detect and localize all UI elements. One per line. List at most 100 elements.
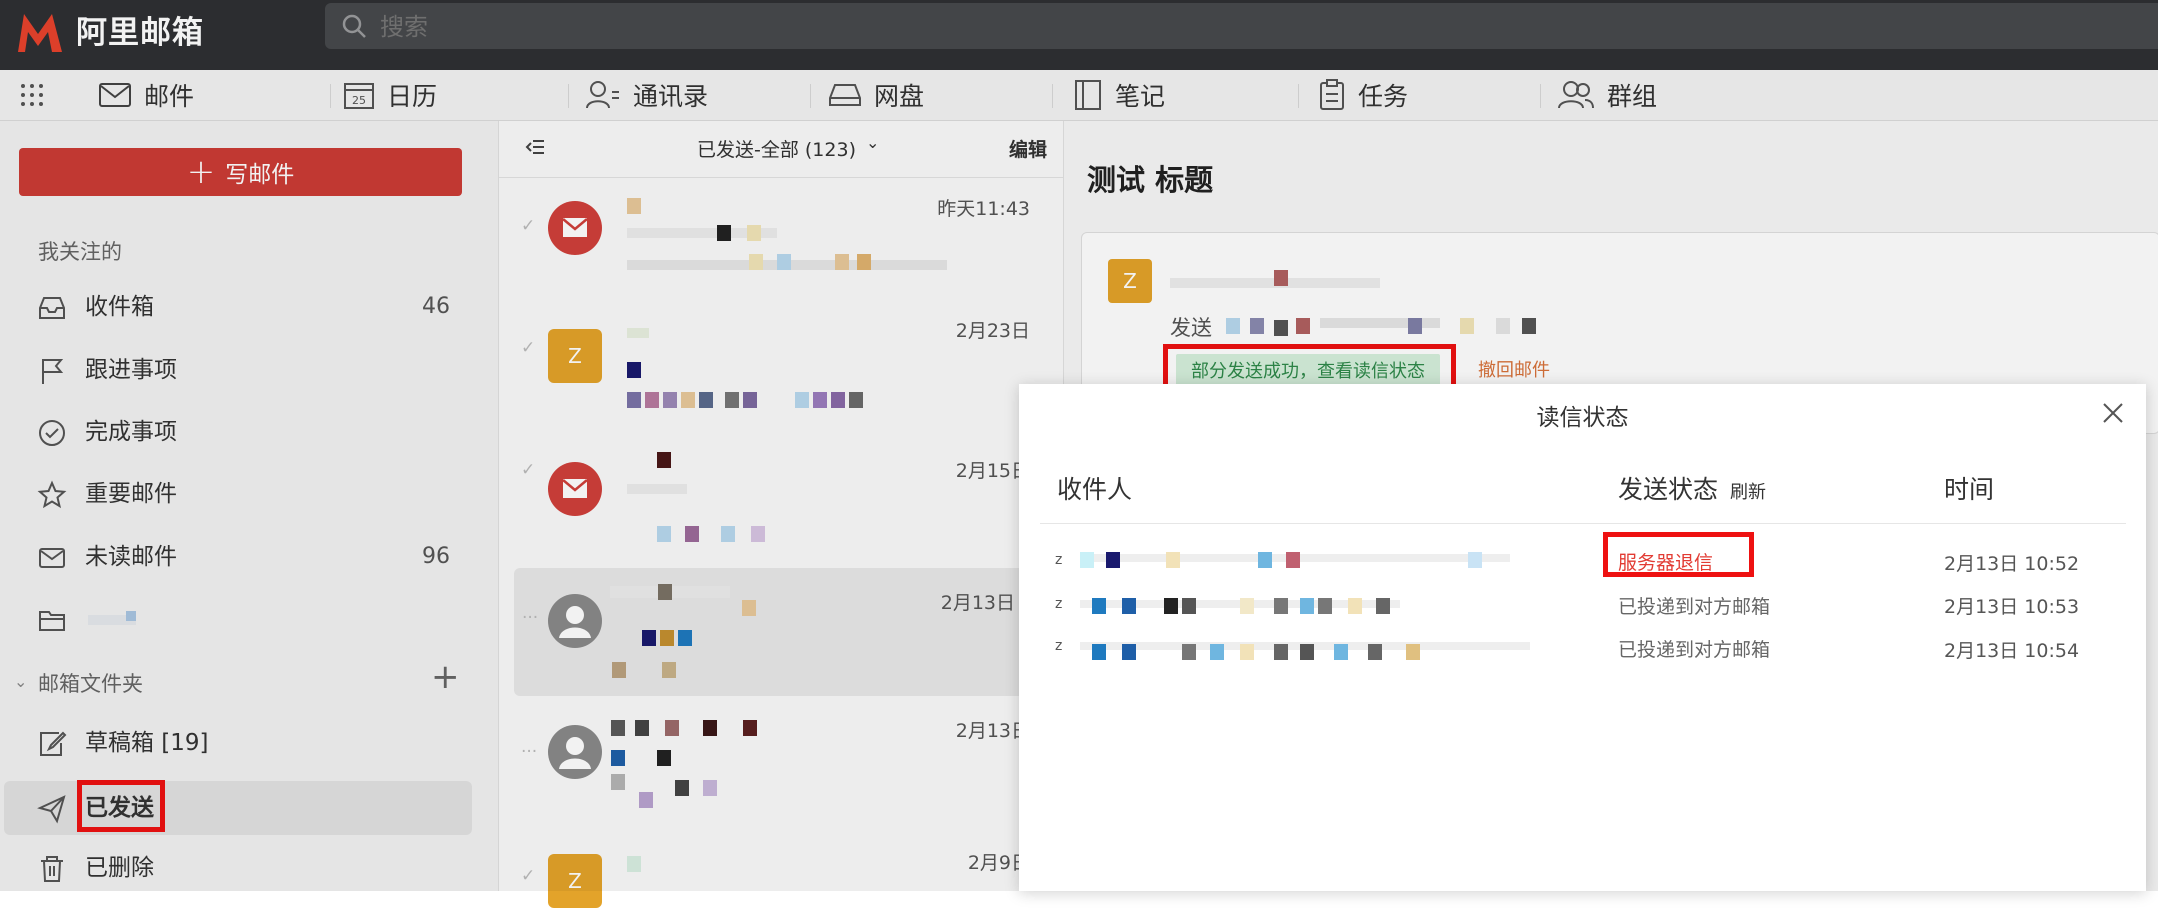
nav-mail[interactable]: 邮件 (98, 70, 194, 120)
nav-contacts[interactable]: 通讯录 (585, 70, 708, 120)
redacted-text (1164, 598, 1178, 614)
redacted-text (717, 225, 731, 241)
redacted-text (777, 254, 791, 270)
logo-m-icon (18, 14, 62, 52)
redacted-text (703, 780, 717, 796)
list-item-selected[interactable]: ··· 2月13日 (514, 568, 1048, 696)
redacted-text (1274, 270, 1288, 286)
sidebar-item-sent[interactable]: 已发送 (0, 780, 470, 836)
nav-calendar[interactable]: 25 日历 (343, 70, 437, 120)
groups-icon (1558, 81, 1594, 109)
sidebar-item-drafts[interactable]: 草稿箱 [19] (0, 715, 470, 771)
flag-icon (42, 359, 64, 384)
nav-drive[interactable]: 网盘 (828, 70, 924, 120)
sender-avatar: Z (1108, 259, 1152, 303)
message-date: 2月13日 (940, 592, 1015, 614)
person-icon (559, 606, 591, 638)
redacted-text (721, 526, 735, 542)
message-list-header: 已发送-全部 (123) ⌄ 编辑 (499, 121, 1063, 178)
list-title[interactable]: 已发送-全部 (123) (697, 135, 856, 162)
redacted-text (662, 662, 676, 678)
envelope-icon (562, 479, 588, 498)
redacted-text: z (1055, 552, 1063, 568)
column-header-status-label: 发送状态 (1618, 475, 1719, 504)
redacted-text (627, 328, 649, 338)
redacted-text (658, 584, 672, 600)
redacted-text (681, 392, 695, 408)
nav-tasks[interactable]: 任务 (1318, 70, 1408, 120)
collapse-arrow-icon[interactable]: ⌄ (14, 672, 27, 691)
plus-icon: + (186, 152, 216, 192)
folder-icon (39, 611, 65, 631)
list-item[interactable]: ✓ 昨天11:43 (499, 178, 1063, 300)
nav-notes[interactable]: 笔记 (1073, 70, 1165, 120)
draft-edit-icon (40, 731, 67, 756)
redacted-text (1210, 644, 1224, 660)
redacted-text (1522, 318, 1536, 334)
redacted-text (665, 720, 679, 736)
redacted-text (663, 392, 677, 408)
list-item[interactable]: ✓ Z 2月23日 (499, 300, 1063, 422)
sent-check-icon: ✓ (521, 216, 536, 236)
nav-tasks-label: 任务 (1358, 82, 1409, 111)
redacted-text (742, 600, 756, 616)
close-icon[interactable] (2098, 398, 2128, 428)
column-header-recipient: 收件人 (1057, 475, 1133, 504)
redacted-text (1320, 318, 1440, 328)
tasks-icon (1320, 79, 1344, 110)
redacted-text (1092, 598, 1106, 614)
redacted-text (1080, 552, 1094, 568)
delivery-time: 2月13日 10:54 (1944, 640, 2080, 662)
delivery-time: 2月13日 10:53 (1944, 596, 2080, 618)
nav-groups[interactable]: 群组 (1557, 70, 1657, 120)
nav-groups-label: 群组 (1607, 82, 1658, 111)
redacted-text (657, 526, 671, 542)
check-circle-icon (39, 420, 65, 446)
redacted-text (612, 662, 626, 678)
edit-button[interactable]: 编辑 (1009, 135, 1047, 162)
redacted-text (611, 750, 625, 766)
collapse-list-icon[interactable] (525, 137, 545, 157)
sidebar-item-inbox[interactable]: 收件箱 46 (0, 279, 470, 335)
add-folder-icon[interactable]: + (431, 660, 460, 694)
message-date: 昨天11:43 (937, 198, 1030, 220)
refresh-button[interactable]: 刷新 (1730, 482, 1766, 503)
sidebar-item-deleted[interactable]: 已删除 (0, 840, 470, 896)
redacted-text (1334, 644, 1348, 660)
list-item[interactable]: ✓ Z 2月9日 (499, 836, 1063, 908)
redacted-text (1122, 644, 1136, 660)
calendar-icon: 25 (344, 83, 374, 109)
star-icon (37, 480, 67, 509)
sidebar-item-custom-folder[interactable] (0, 591, 470, 647)
sidebar-item-important[interactable]: 重要邮件 (0, 466, 470, 522)
redacted-text (1122, 598, 1136, 614)
redacted-text (1274, 598, 1288, 614)
compose-button[interactable]: + 写邮件 (19, 148, 462, 196)
apps-grid-icon[interactable] (18, 81, 46, 109)
list-item[interactable]: ··· 2月13日 (499, 700, 1063, 822)
redacted-text (657, 750, 671, 766)
redacted-text (1106, 552, 1120, 568)
search-input[interactable] (378, 3, 982, 51)
redacted-text (813, 392, 827, 408)
delivery-status: 已投递到对方邮箱 (1618, 596, 1771, 618)
delivery-status: 已投递到对方邮箱 (1618, 639, 1771, 661)
redacted-text (675, 780, 689, 796)
list-item[interactable]: ✓ 2月15日 (499, 422, 1063, 544)
redacted-text (795, 392, 809, 408)
sidebar-item-label: 完成事项 (85, 419, 177, 445)
person-icon (559, 737, 591, 769)
sidebar-item-label: 收件箱 (85, 294, 154, 320)
chevron-down-icon[interactable]: ⌄ (866, 133, 879, 152)
sidebar-item-follow-up[interactable]: 跟进事项 (0, 342, 470, 398)
redacted-text (1258, 552, 1272, 568)
redacted-text (1250, 318, 1264, 334)
redacted-text (642, 630, 656, 646)
unread-count: 46 (422, 294, 450, 319)
sidebar-item-done[interactable]: 完成事项 (0, 404, 470, 460)
redacted-text (685, 526, 699, 542)
redacted-text (1286, 552, 1300, 568)
redacted-text (1240, 644, 1254, 660)
sidebar-item-unread[interactable]: 未读邮件 96 (0, 529, 470, 585)
recall-mail-button[interactable]: 撤回邮件 (1478, 355, 1550, 387)
